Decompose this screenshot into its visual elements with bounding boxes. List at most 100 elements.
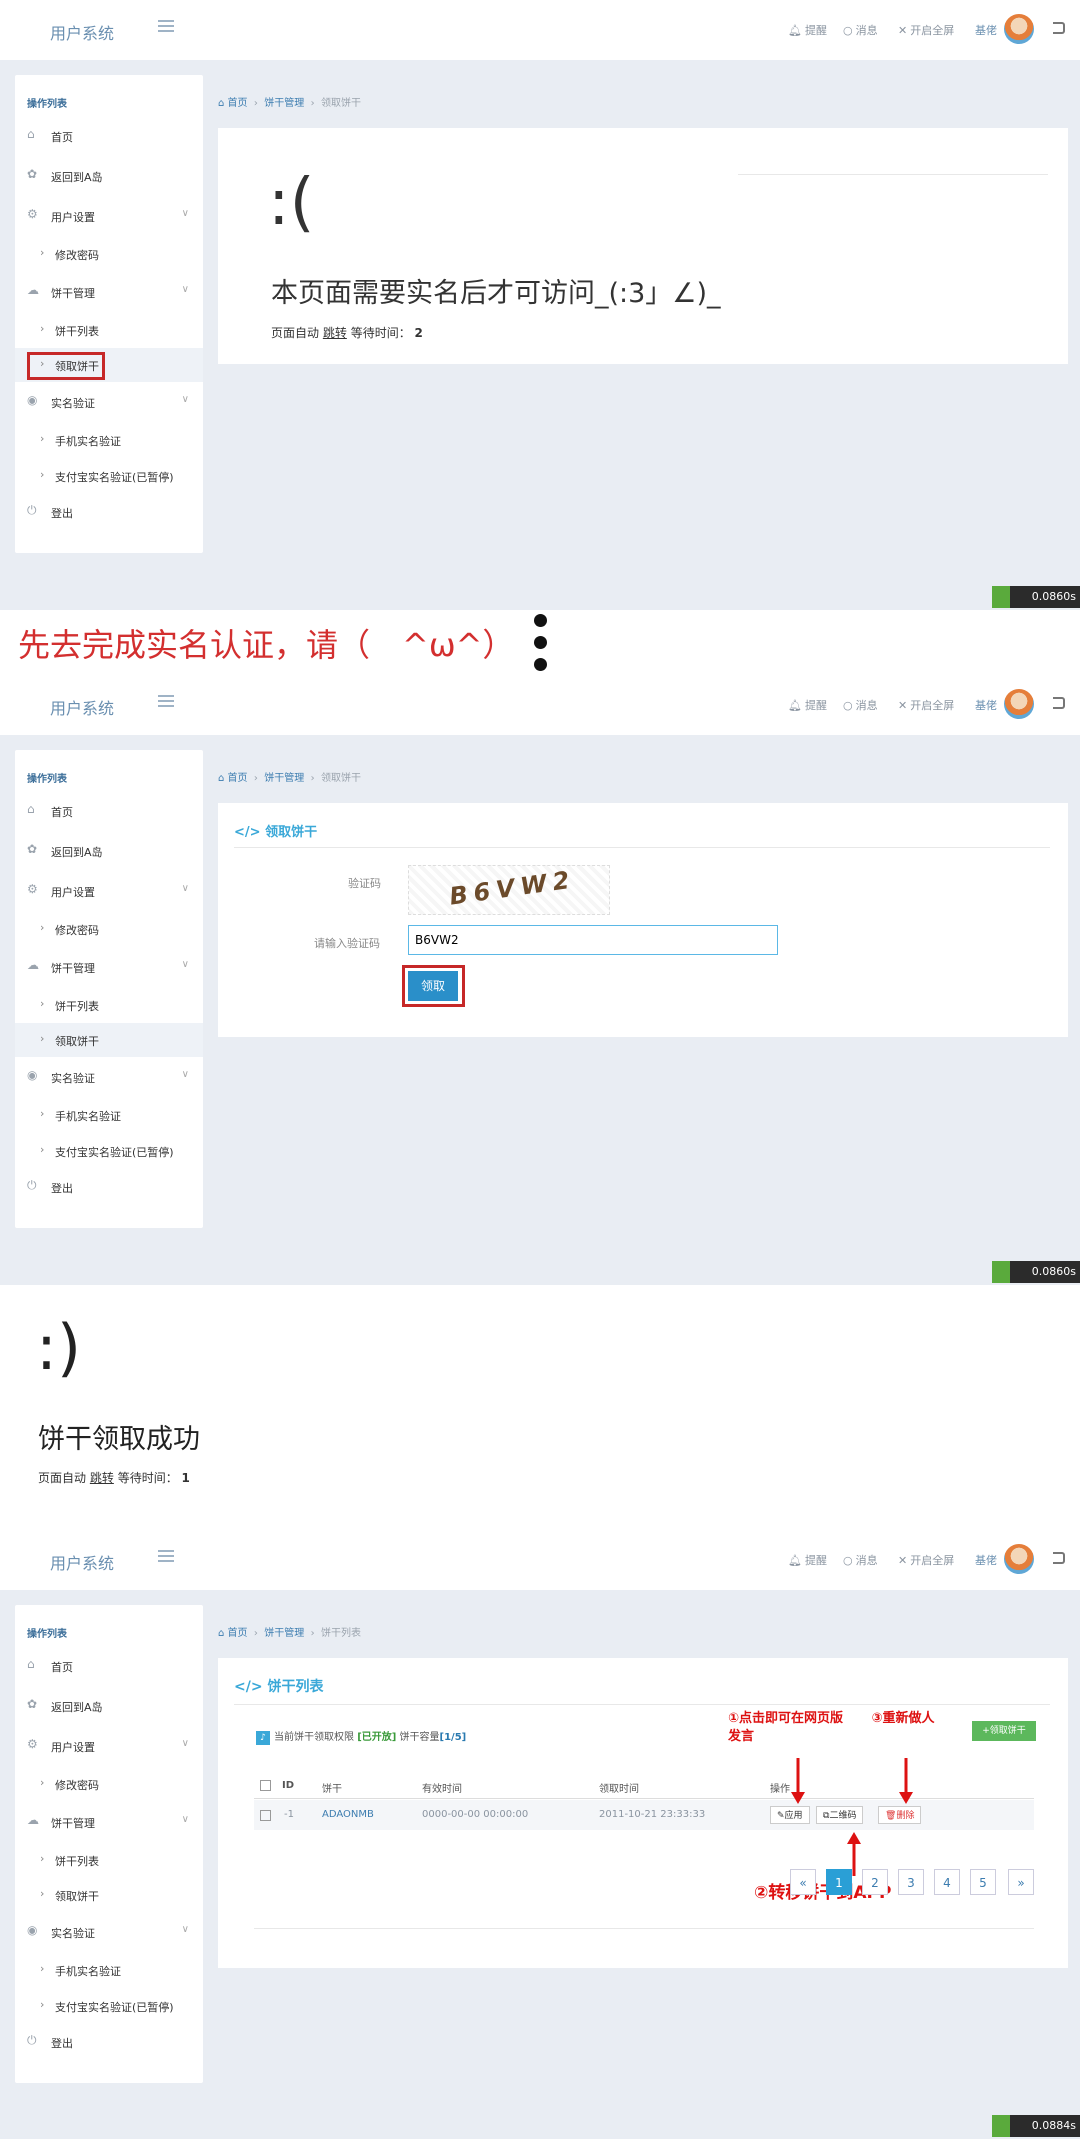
- nav-fullscreen[interactable]: ✕ 开启全屏: [898, 22, 954, 38]
- nav-fullscreen[interactable]: ✕ 开启全屏: [898, 697, 954, 713]
- sidebar-item-claim-cookie[interactable]: › 领取饼干: [15, 1878, 203, 1912]
- sidebar-item-change-password[interactable]: › 修改密码: [15, 237, 203, 271]
- sidebar-item-change-password[interactable]: › 修改密码: [15, 1767, 203, 1801]
- sidebar-item-back-to-a[interactable]: ✿ 返回到A岛: [15, 1689, 203, 1723]
- sidebar-item-user-settings[interactable]: ⚙ 用户设置 ∨: [15, 199, 203, 233]
- sidebar-item-cookie-management[interactable]: ☁ 饼干管理 ∨: [15, 1805, 203, 1839]
- menu-toggle-icon[interactable]: [158, 1550, 174, 1564]
- bell-icon: ♪: [256, 1731, 270, 1745]
- sidebar-item-phone-verify[interactable]: › 手机实名验证: [15, 423, 203, 457]
- breadcrumb-home[interactable]: 首页: [228, 1628, 248, 1639]
- claim-cookie-button[interactable]: +领取饼干: [972, 1721, 1036, 1741]
- chevron-right-icon: ›: [40, 921, 45, 934]
- breadcrumb-home[interactable]: 首页: [228, 98, 248, 109]
- sidebar-item-back-to-a[interactable]: ✿ 返回到A岛: [15, 159, 203, 193]
- bell-icon: 🔔︎: [788, 1553, 802, 1567]
- page-prev[interactable]: «: [790, 1869, 816, 1895]
- logout-icon[interactable]: [1053, 697, 1065, 709]
- breadcrumb-section[interactable]: 饼干管理: [264, 98, 304, 109]
- sidebar-item-phone-verify[interactable]: › 手机实名验证: [15, 1098, 203, 1132]
- brand-title[interactable]: 用户系统: [50, 695, 114, 719]
- nav-username[interactable]: 基佬: [975, 1552, 997, 1568]
- sidebar-item-user-settings[interactable]: ⚙ 用户设置 ∨: [15, 874, 203, 908]
- page-next[interactable]: »: [1008, 1869, 1034, 1895]
- breadcrumb: ⌂ 首页 › 饼干管理 › 领取饼干: [218, 773, 361, 784]
- render-timer: 0.0860s: [992, 586, 1080, 608]
- captcha-label: 验证码: [348, 877, 381, 890]
- breadcrumb-home[interactable]: 首页: [228, 773, 248, 784]
- select-all-checkbox[interactable]: [260, 1780, 271, 1791]
- sidebar-item-realname[interactable]: ◉ 实名验证 ∨: [15, 1060, 203, 1094]
- table-header: ID 饼干 有效时间 领取时间 操作: [254, 1776, 1034, 1799]
- sidebar-item-claim-cookie[interactable]: › 领取饼干: [15, 1023, 203, 1057]
- brand-title[interactable]: 用户系统: [50, 20, 114, 44]
- sidebar-item-cookie-management[interactable]: ☁ 饼干管理 ∨: [15, 950, 203, 984]
- home-icon: ⌂: [218, 773, 228, 784]
- nav-messages[interactable]: ○ 消息: [843, 1552, 878, 1568]
- top-navbar: 用户系统 🔔︎ 提醒 ○ 消息 ✕ 开启全屏 基佬: [0, 1530, 1080, 1590]
- chevron-right-icon: ›: [40, 1852, 45, 1865]
- menu-toggle-icon[interactable]: [158, 20, 174, 34]
- input-label: 请输入验证码: [314, 937, 380, 950]
- chevron-right-icon: ›: [40, 1143, 45, 1156]
- row-checkbox[interactable]: [260, 1810, 271, 1821]
- panel-cookie-list: 用户系统 🔔︎ 提醒 ○ 消息 ✕ 开启全屏 基佬 操作列表 ⌂ 首页 ✿ 返回到A岛 ⚙…: [0, 1530, 1080, 2139]
- sidebar-item-alipay-verify[interactable]: › 支付宝实名验证(已暂停): [15, 459, 203, 493]
- eye-icon: ◉: [27, 1068, 38, 1082]
- avatar[interactable]: [1004, 14, 1034, 44]
- chevron-down-icon: ∨: [181, 394, 189, 405]
- sidebar-item-change-password[interactable]: › 修改密码: [15, 912, 203, 946]
- sidebar-item-user-settings[interactable]: ⚙ 用户设置 ∨: [15, 1729, 203, 1763]
- brand-title[interactable]: 用户系统: [50, 1550, 114, 1574]
- nav-username[interactable]: 基佬: [975, 22, 997, 38]
- breadcrumb-section[interactable]: 饼干管理: [264, 773, 304, 784]
- redirect-link[interactable]: 跳转: [90, 1471, 114, 1485]
- captcha-image[interactable]: B6VW2: [408, 865, 610, 915]
- page-3[interactable]: 3: [898, 1869, 924, 1895]
- logout-icon[interactable]: [1053, 1552, 1065, 1564]
- avatar[interactable]: [1004, 1544, 1034, 1574]
- sidebar-item-home[interactable]: ⌂ 首页: [15, 794, 203, 828]
- qrcode-button[interactable]: ⧉二维码: [816, 1806, 864, 1824]
- sidebar-item-cookie-management[interactable]: ☁ 饼干管理 ∨: [15, 275, 203, 309]
- redirect-link[interactable]: 跳转: [323, 326, 347, 340]
- page-5[interactable]: 5: [970, 1869, 996, 1895]
- nav-fullscreen[interactable]: ✕ 开启全屏: [898, 1552, 954, 1568]
- apply-button[interactable]: ✎应用: [770, 1806, 810, 1824]
- sidebar-item-alipay-verify[interactable]: › 支付宝实名验证(已暂停): [15, 1989, 203, 2023]
- nav-username[interactable]: 基佬: [975, 697, 997, 713]
- paw-icon: ✿: [27, 167, 38, 181]
- sidebar-item-phone-verify[interactable]: › 手机实名验证: [15, 1953, 203, 1987]
- chat-icon: ○: [843, 1553, 853, 1567]
- sidebar-item-logout[interactable]: ⏻ 登出: [15, 2025, 203, 2059]
- logout-icon[interactable]: [1053, 22, 1065, 34]
- page-1[interactable]: 1: [826, 1869, 852, 1895]
- sidebar-item-cookie-list[interactable]: › 饼干列表: [15, 1843, 203, 1877]
- sidebar-item-home[interactable]: ⌂ 首页: [15, 119, 203, 153]
- highlight-submit: [402, 965, 465, 1007]
- delete-button[interactable]: 🗑︎删除: [878, 1806, 922, 1824]
- sidebar-item-cookie-list[interactable]: › 饼干列表: [15, 313, 203, 347]
- avatar[interactable]: [1004, 689, 1034, 719]
- sidebar-item-alipay-verify[interactable]: › 支付宝实名验证(已暂停): [15, 1134, 203, 1168]
- sidebar-item-realname[interactable]: ◉ 实名验证 ∨: [15, 1915, 203, 1949]
- captcha-input[interactable]: [408, 925, 778, 955]
- sidebar-item-logout[interactable]: ⏻ 登出: [15, 1170, 203, 1204]
- countdown: 2: [414, 326, 423, 340]
- page-2[interactable]: 2: [862, 1869, 888, 1895]
- sidebar-item-cookie-list[interactable]: › 饼干列表: [15, 988, 203, 1022]
- sidebar-item-realname[interactable]: ◉ 实名验证 ∨: [15, 385, 203, 419]
- highlight-claim-cookie: [27, 352, 105, 380]
- sidebar-item-logout[interactable]: ⏻ 登出: [15, 495, 203, 529]
- menu-toggle-icon[interactable]: [158, 695, 174, 709]
- nav-messages[interactable]: ○ 消息: [843, 22, 878, 38]
- sidebar-item-home[interactable]: ⌂ 首页: [15, 1649, 203, 1683]
- panel-success: :) 饼干领取成功 页面自动 跳转 等待时间： 1: [0, 1285, 1080, 1530]
- sidebar-item-back-to-a[interactable]: ✿ 返回到A岛: [15, 834, 203, 868]
- nav-messages[interactable]: ○ 消息: [843, 697, 878, 713]
- nav-notify[interactable]: 🔔︎ 提醒: [788, 1552, 827, 1568]
- breadcrumb-section[interactable]: 饼干管理: [264, 1628, 304, 1639]
- nav-notify[interactable]: 🔔︎ 提醒: [788, 697, 827, 713]
- nav-notify[interactable]: 🔔︎ 提醒: [788, 22, 827, 38]
- page-4[interactable]: 4: [934, 1869, 960, 1895]
